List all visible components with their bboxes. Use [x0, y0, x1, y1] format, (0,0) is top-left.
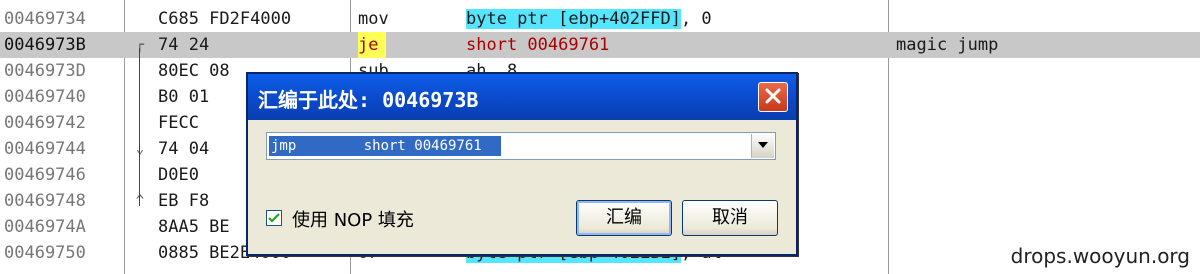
- address-cell: 00469748: [4, 191, 86, 211]
- address-cell: 0046974A: [4, 217, 86, 237]
- address-cell: 0046973D: [4, 61, 86, 81]
- hex-cell: 74 24: [158, 35, 210, 55]
- jump-start-icon: ┌: [135, 37, 145, 53]
- close-button[interactable]: [758, 82, 788, 112]
- mnemonic-cell: mov: [358, 9, 389, 29]
- mnemonic-cell: je: [358, 32, 386, 58]
- jump-down-icon: ⌄: [135, 141, 145, 157]
- operand-cell: short 00469761: [466, 35, 610, 55]
- dialog-title-bar[interactable]: 汇编于此处: 0046973B: [248, 74, 796, 120]
- checkmark-icon: [268, 213, 280, 223]
- assemble-dialog: 汇编于此处: 0046973B jmp short 00469761 使用 NO…: [246, 72, 798, 256]
- dialog-title: 汇编于此处: 0046973B: [258, 88, 479, 112]
- instruction-input[interactable]: jmp short 00469761: [269, 136, 501, 156]
- address-cell: 00469750: [4, 243, 86, 263]
- dropdown-button[interactable]: [751, 134, 774, 158]
- assemble-button[interactable]: 汇编: [576, 200, 672, 236]
- code-row-selected[interactable]: 0046973B ┌ 74 24 je short 00469761 magic…: [0, 32, 1200, 58]
- hex-cell: C685 FD2F4000: [158, 9, 292, 29]
- address-cell: 0046973B: [4, 35, 86, 55]
- instruction-combobox[interactable]: jmp short 00469761: [266, 132, 776, 160]
- operand-cell: byte ptr [ebp+402FFD], 0: [466, 9, 712, 29]
- watermark: drops.wooyun.org: [1010, 244, 1190, 268]
- comment-cell: magic jump: [896, 35, 999, 55]
- close-icon: [765, 88, 781, 104]
- fill-nop-label[interactable]: 使用 NOP 填充: [292, 206, 414, 232]
- chevron-down-icon: [758, 142, 768, 148]
- address-cell: 00469740: [4, 87, 86, 107]
- address-cell: 00469744: [4, 139, 86, 159]
- jump-up-icon: ^: [135, 193, 145, 209]
- jump-line: [139, 48, 140, 206]
- address-cell: 00469734: [4, 9, 86, 29]
- address-cell: 00469742: [4, 113, 86, 133]
- cancel-button[interactable]: 取消: [682, 200, 778, 236]
- code-row[interactable]: 00469734 C685 FD2F4000 mov byte ptr [ebp…: [0, 6, 1200, 32]
- fill-nop-checkbox[interactable]: [266, 210, 282, 226]
- address-cell: 00469746: [4, 165, 86, 185]
